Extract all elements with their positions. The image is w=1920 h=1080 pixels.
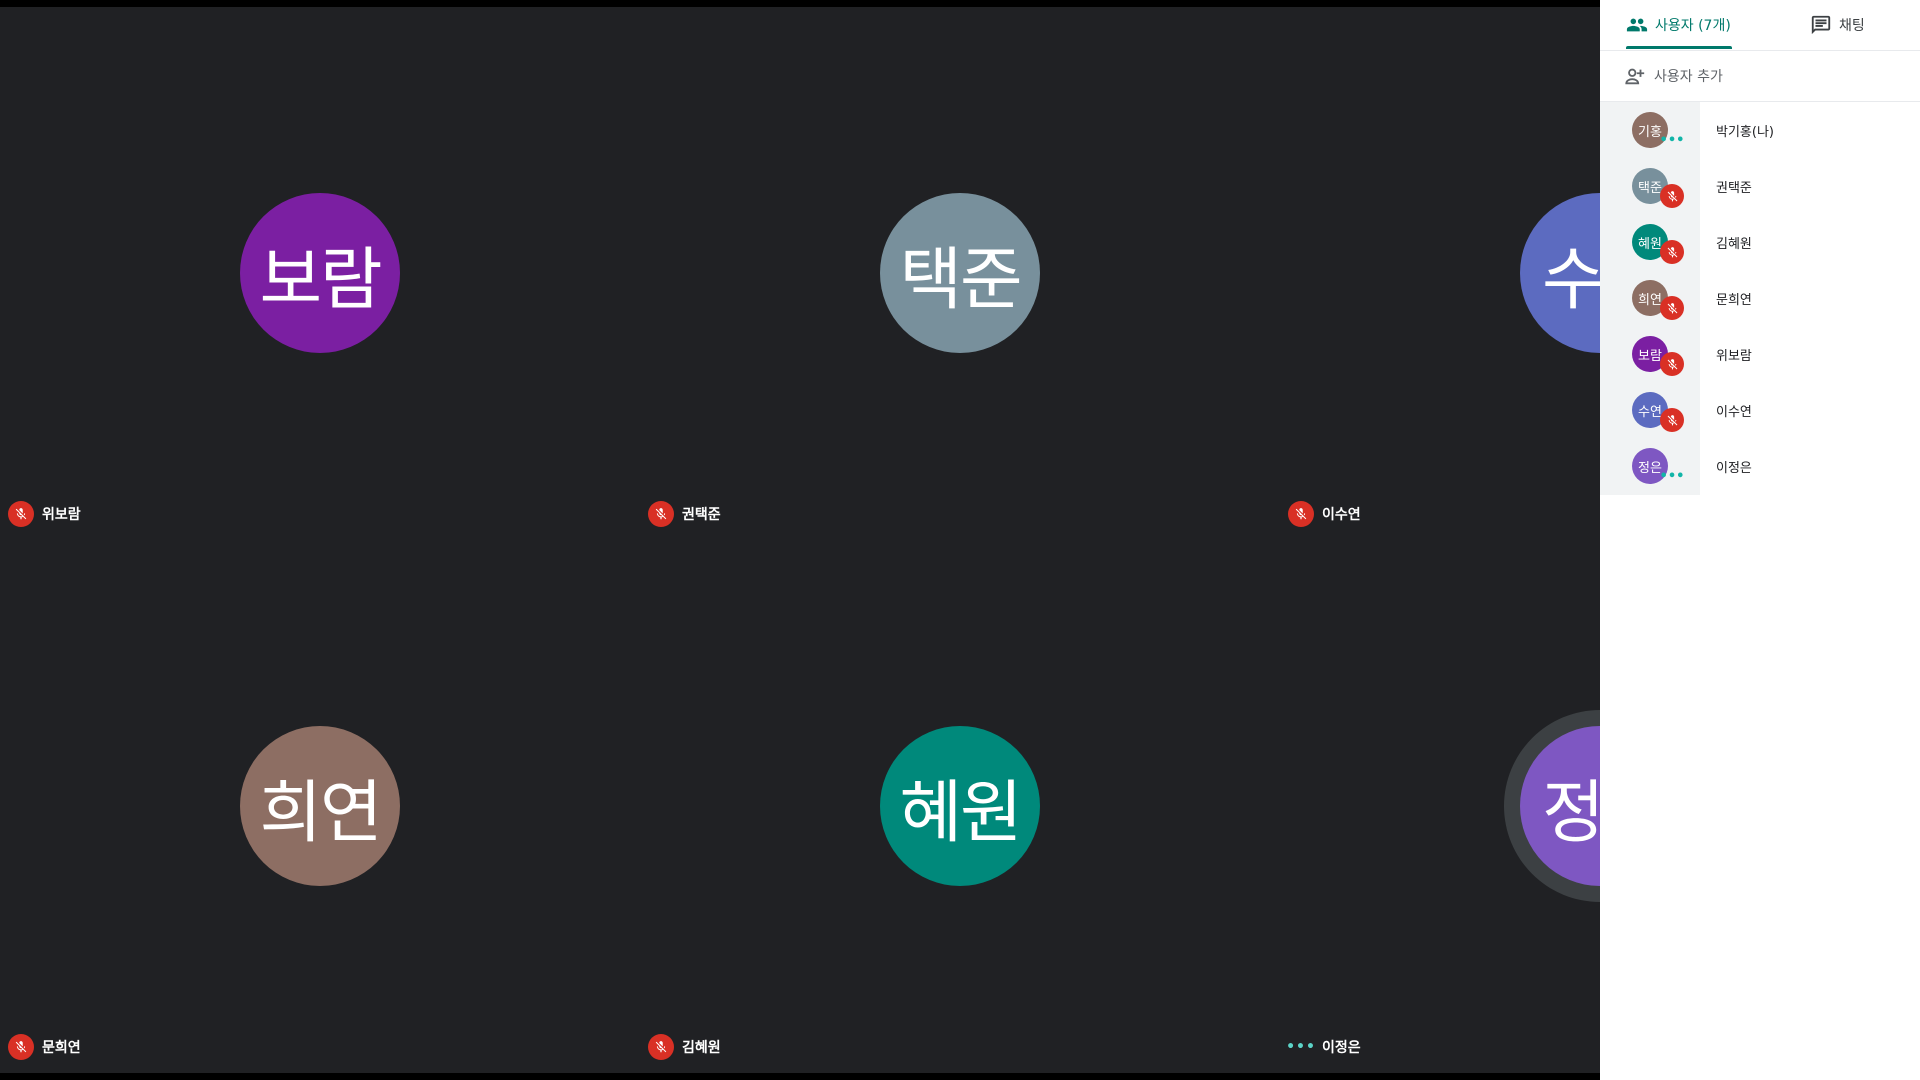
participant-avatar: 택준 xyxy=(880,193,1040,353)
participant-tile[interactable]: 정 ••• 이정은 xyxy=(1280,540,1600,1073)
participant-name: 권택준 xyxy=(682,507,721,523)
tab-chat[interactable]: 채팅 xyxy=(1810,0,1865,50)
chat-icon xyxy=(1810,14,1832,36)
participant-name: 김혜원 xyxy=(682,1040,721,1056)
participant-tile[interactable]: 희연 문희연 xyxy=(0,540,640,1073)
list-item[interactable]: 기홍 ••• 박기홍(나) xyxy=(1600,102,1920,158)
avatar-initials: 혜원 xyxy=(1638,236,1662,252)
avatar-initials: 보람 xyxy=(1638,348,1662,364)
tab-people-label: 사용자 (7개) xyxy=(1655,18,1731,34)
add-user-label: 사용자 추가 xyxy=(1654,69,1723,85)
participant-name: 권택준 xyxy=(1716,180,1752,196)
participant-name-label: 문희연 xyxy=(8,1033,81,1061)
top-bar xyxy=(0,0,1600,7)
participant-avatar: 수 xyxy=(1520,193,1600,353)
people-icon xyxy=(1626,14,1648,36)
mic-off-icon xyxy=(648,501,674,527)
more-dots-icon: ••• xyxy=(1286,1039,1316,1055)
participant-name: 박기홍(나) xyxy=(1716,124,1774,140)
avatar-initials: 보람 xyxy=(259,240,382,320)
avatar-initials: 택준 xyxy=(1638,180,1662,196)
more-dots-icon: ••• xyxy=(1659,132,1685,148)
bottom-bar xyxy=(0,1073,1600,1080)
participant-name: 김혜원 xyxy=(1716,236,1752,252)
avatar-initials: 정 xyxy=(1542,773,1600,853)
participant-name-label: 권택준 xyxy=(648,500,721,528)
participant-name: 위보람 xyxy=(1716,348,1752,364)
list-item[interactable]: 택준 권택준 xyxy=(1600,158,1920,214)
participant-name: 이정은 xyxy=(1322,1040,1361,1056)
avatar-initials: 희연 xyxy=(259,773,382,853)
participant-name: 문희연 xyxy=(42,1040,81,1056)
list-item[interactable]: 정은 ••• 이정은 xyxy=(1600,438,1920,494)
participant-name-label: 이수연 xyxy=(1288,500,1361,528)
video-grid: 보람 위보람 택준 권택준 수 이수연 희연 문희연 혜원 김혜원 정 ••• … xyxy=(0,7,1600,1073)
mic-off-icon xyxy=(1660,296,1684,320)
active-tab-indicator xyxy=(1626,46,1732,49)
list-item[interactable]: 희연 문희연 xyxy=(1600,270,1920,326)
participant-avatar: 희연 xyxy=(240,726,400,886)
avatar-initials: 수 xyxy=(1542,240,1600,320)
mic-off-icon xyxy=(1660,184,1684,208)
avatar-initials: 정은 xyxy=(1638,460,1662,476)
participant-tile[interactable]: 택준 권택준 xyxy=(640,7,1280,540)
avatar-initials: 수연 xyxy=(1638,404,1662,420)
participant-tile[interactable]: 혜원 김혜원 xyxy=(640,540,1280,1073)
avatar-initials: 기홍 xyxy=(1638,124,1662,140)
participant-avatar: 정 xyxy=(1520,726,1600,886)
participant-name-label: ••• 이정은 xyxy=(1286,1033,1361,1061)
participant-name-label: 위보람 xyxy=(8,500,81,528)
list-item[interactable]: 수연 이수연 xyxy=(1600,382,1920,438)
participant-name: 이수연 xyxy=(1716,404,1752,420)
participant-name: 위보람 xyxy=(42,507,81,523)
mic-off-icon xyxy=(648,1034,674,1060)
person-add-icon xyxy=(1624,65,1646,87)
list-item[interactable]: 혜원 김혜원 xyxy=(1600,214,1920,270)
participant-avatar: 보람 xyxy=(240,193,400,353)
avatar-initials: 희연 xyxy=(1638,292,1662,308)
people-panel: 사용자 (7개) 채팅 사용자 추가 기홍 ••• 박기홍(나) 택준 권택준 xyxy=(1600,0,1920,1080)
participant-tile[interactable]: 보람 위보람 xyxy=(0,7,640,540)
participant-name: 문희연 xyxy=(1716,292,1752,308)
participant-name-label: 김혜원 xyxy=(648,1033,721,1061)
tab-people[interactable]: 사용자 (7개) xyxy=(1626,0,1731,50)
tab-chat-label: 채팅 xyxy=(1839,18,1865,34)
mic-off-icon xyxy=(1288,501,1314,527)
mic-off-icon xyxy=(1660,240,1684,264)
participant-tile[interactable]: 수 이수연 xyxy=(1280,7,1600,540)
avatar-initials: 혜원 xyxy=(899,773,1022,853)
participant-avatar: 혜원 xyxy=(880,726,1040,886)
mic-off-icon xyxy=(8,1034,34,1060)
mic-off-icon xyxy=(8,501,34,527)
people-list: 기홍 ••• 박기홍(나) 택준 권택준 혜원 김혜원 희연 문희연 보람 위보… xyxy=(1600,102,1920,495)
mic-off-icon xyxy=(1660,352,1684,376)
list-item[interactable]: 보람 위보람 xyxy=(1600,326,1920,382)
mic-off-icon xyxy=(1660,408,1684,432)
add-user-button[interactable]: 사용자 추가 xyxy=(1600,51,1920,102)
participant-name: 이수연 xyxy=(1322,507,1361,523)
panel-tabs: 사용자 (7개) 채팅 xyxy=(1600,0,1920,51)
participant-name: 이정은 xyxy=(1716,460,1752,476)
more-dots-icon: ••• xyxy=(1659,468,1685,484)
avatar-initials: 택준 xyxy=(899,240,1022,320)
